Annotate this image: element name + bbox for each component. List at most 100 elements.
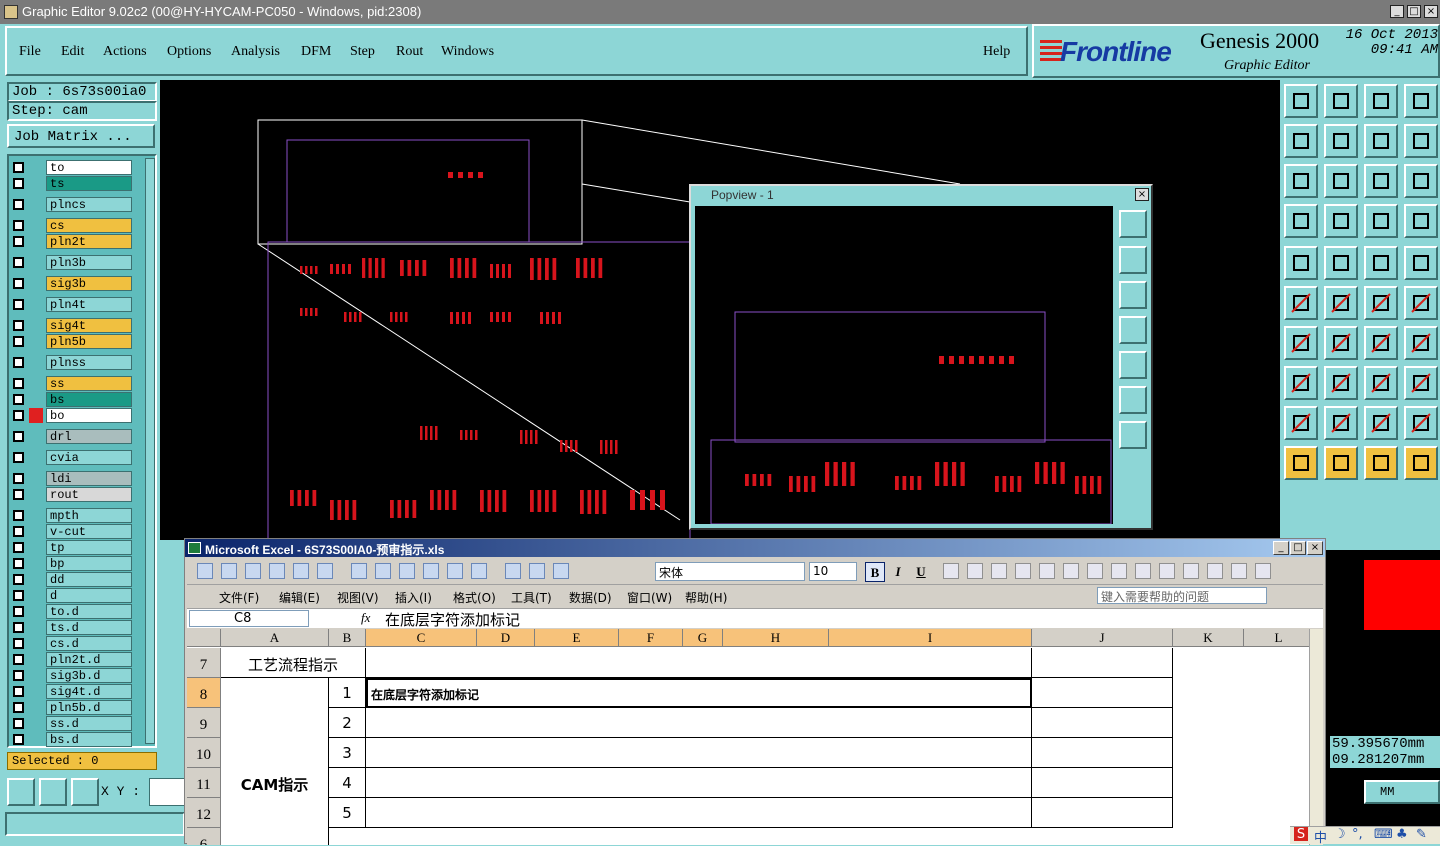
command-line[interactable]	[5, 812, 185, 836]
layer-swatch[interactable]	[29, 234, 43, 249]
layer-swatch[interactable]	[29, 450, 43, 465]
layer-row[interactable]: bo	[11, 408, 135, 423]
column-header[interactable]: L	[1244, 629, 1309, 647]
fx-icon[interactable]: fx	[361, 610, 370, 626]
layer-checkbox[interactable]	[13, 357, 24, 368]
row-header[interactable]: 10	[187, 738, 221, 768]
layer-color2-icon[interactable]	[1404, 204, 1438, 238]
layer-name[interactable]: sig4t	[46, 318, 132, 333]
fill-color-icon[interactable]	[1231, 563, 1247, 579]
layer-swatch[interactable]	[29, 376, 43, 391]
column-header[interactable]: F	[619, 629, 683, 647]
layer-name[interactable]: cs	[46, 218, 132, 233]
layer-swatch[interactable]	[29, 297, 43, 312]
layer-checkbox[interactable]	[13, 622, 24, 633]
punct-icon[interactable]: °,	[1352, 827, 1363, 842]
measure-icon[interactable]	[39, 778, 67, 806]
popview-tool-2[interactable]	[1119, 246, 1147, 274]
grid-icon[interactable]	[1324, 204, 1358, 238]
layer-row[interactable]: bp	[11, 556, 135, 571]
undo-icon[interactable]	[505, 563, 521, 579]
undo-icon[interactable]	[1364, 124, 1398, 158]
layer-checkbox[interactable]	[13, 510, 24, 521]
layer-checkbox[interactable]	[13, 473, 24, 484]
layer-checkbox[interactable]	[13, 686, 24, 697]
cell-instruction[interactable]	[366, 768, 1032, 798]
layer-checkbox[interactable]	[13, 489, 24, 500]
layer-row[interactable]: ts.d	[11, 620, 135, 635]
column-header[interactable]: A	[221, 629, 329, 647]
row-header[interactable]: 11	[187, 768, 221, 798]
column-header[interactable]: K	[1173, 629, 1244, 647]
popview-tool-4[interactable]	[1119, 316, 1147, 344]
layer-name[interactable]: plnss	[46, 355, 132, 370]
layer-swatch[interactable]	[29, 684, 43, 699]
inc-indent-icon[interactable]	[1183, 563, 1199, 579]
print-icon[interactable]	[293, 563, 309, 579]
layer-swatch[interactable]	[29, 408, 43, 423]
cell-j[interactable]	[1032, 738, 1173, 768]
cell-number[interactable]: 2	[329, 708, 366, 738]
layer-name[interactable]: sig3b.d	[46, 668, 132, 683]
layer-name[interactable]: pln4t	[46, 297, 132, 312]
cell-j7[interactable]	[1032, 648, 1173, 678]
layer-scrollbar[interactable]	[145, 158, 155, 744]
comma-icon[interactable]	[1087, 563, 1103, 579]
layer-name[interactable]: sig3b	[46, 276, 132, 291]
layer-name[interactable]: ts.d	[46, 620, 132, 635]
layer-row[interactable]: to	[11, 160, 135, 175]
column-header[interactable]: B	[329, 629, 366, 647]
percent-icon[interactable]	[1063, 563, 1079, 579]
cell-instruction[interactable]	[366, 738, 1032, 768]
layer-checkbox[interactable]	[13, 638, 24, 649]
save-icon[interactable]	[245, 563, 261, 579]
moon-icon[interactable]: ☽	[1334, 827, 1346, 842]
layer-row[interactable]: tp	[11, 540, 135, 555]
layer-name[interactable]: plncs	[46, 197, 132, 212]
cell-number[interactable]: 1	[329, 678, 366, 708]
layer-name[interactable]: bs.d	[46, 732, 132, 747]
layer-swatch[interactable]	[29, 636, 43, 651]
fit-icon[interactable]	[1284, 164, 1318, 198]
excel-menu-edit[interactable]: 编辑(E)	[279, 589, 320, 606]
permission-icon[interactable]	[269, 563, 285, 579]
sogou-icon[interactable]: S	[1294, 827, 1308, 842]
layer-row[interactable]: plncs	[11, 197, 135, 212]
layer-row[interactable]: pln3b	[11, 255, 135, 270]
excel-menu-file[interactable]: 文件(F)	[219, 589, 259, 606]
layer-checkbox[interactable]	[13, 320, 24, 331]
tri3-icon[interactable]	[1364, 406, 1398, 440]
layer-checkbox[interactable]	[13, 236, 24, 247]
layer-name[interactable]: dd	[46, 572, 132, 587]
cell-c8-selected[interactable]: 在底层字符添加标记	[366, 678, 1032, 708]
layer-row[interactable]: sig3b.d	[11, 668, 135, 683]
layer-name[interactable]: pln5b	[46, 334, 132, 349]
layer-row[interactable]: sig3b	[11, 276, 135, 291]
print-preview-icon[interactable]	[317, 563, 333, 579]
copy-icon[interactable]	[423, 563, 439, 579]
layer-swatch[interactable]	[29, 355, 43, 370]
menu-file[interactable]: File	[19, 44, 41, 60]
column-header[interactable]: H	[723, 629, 829, 647]
bold-button[interactable]: B	[865, 562, 885, 582]
cell-cam-label[interactable]: CAM指示	[221, 678, 329, 845]
dot-icon[interactable]	[1404, 246, 1438, 280]
menu-step[interactable]: Step	[350, 44, 375, 60]
layer-swatch[interactable]	[29, 255, 43, 270]
select-all-corner[interactable]	[187, 629, 221, 647]
home-icon[interactable]	[1364, 84, 1398, 118]
route-icon[interactable]	[1404, 446, 1438, 480]
layer-name[interactable]: bo	[46, 408, 132, 423]
hyperlink-icon[interactable]	[553, 563, 569, 579]
layer-swatch[interactable]	[29, 524, 43, 539]
layer-row[interactable]: ts	[11, 176, 135, 191]
layer-name[interactable]: ldi	[46, 471, 132, 486]
layer-row[interactable]: pln5b.d	[11, 700, 135, 715]
layer-swatch[interactable]	[29, 334, 43, 349]
layer-row[interactable]: cs.d	[11, 636, 135, 651]
layer-swatch[interactable]	[29, 652, 43, 667]
popview-tool-1[interactable]	[1119, 210, 1147, 238]
format-painter-icon[interactable]	[471, 563, 487, 579]
font-color-icon[interactable]	[1255, 563, 1271, 579]
layer-name[interactable]: pln2t.d	[46, 652, 132, 667]
